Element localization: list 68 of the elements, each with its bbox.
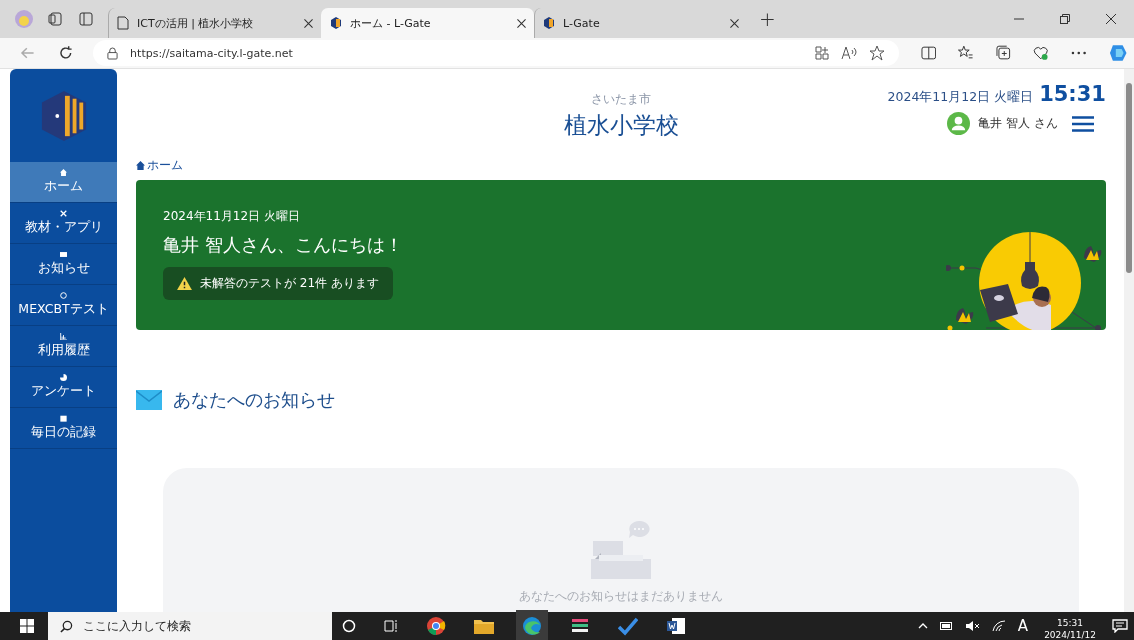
close-tab-icon[interactable]	[517, 18, 526, 28]
user-avatar-icon	[947, 112, 971, 135]
search-icon	[60, 619, 73, 633]
pie-chart-icon	[60, 374, 67, 381]
split-screen-icon[interactable]	[920, 45, 937, 61]
favorites-icon[interactable]	[958, 45, 974, 61]
sidebar-item[interactable]: 教材・アプリ	[10, 203, 117, 244]
windows-start-icon[interactable]	[20, 619, 34, 633]
tools-icon	[60, 210, 67, 217]
app-grid-icon[interactable]	[814, 46, 829, 60]
sidebar-item[interactable]: 利用履歴	[10, 326, 117, 367]
refresh-icon[interactable]	[57, 45, 74, 61]
task-view-icon[interactable]	[384, 619, 398, 633]
logo-icon	[39, 89, 88, 142]
input-method-indicator[interactable]: A	[1017, 617, 1029, 635]
restore-icon[interactable]	[1060, 14, 1070, 24]
sidebar-item[interactable]: MEXCBTテスト	[10, 285, 117, 326]
taskbar-clock[interactable]: 15:31 2024/11/12	[1044, 611, 1096, 640]
sidebar-item[interactable]: ホーム	[10, 162, 117, 203]
bar-chart-icon	[60, 333, 67, 340]
taskbar-search-field[interactable]: ここに入力して検索	[48, 612, 332, 640]
home-icon	[136, 160, 145, 170]
folder-icon[interactable]	[474, 618, 494, 634]
chevron-up-icon[interactable]	[917, 623, 928, 629]
test-alert[interactable]: 未解答のテストが 21件 あります	[163, 267, 393, 300]
document-icon	[117, 16, 129, 30]
star-icon[interactable]	[868, 45, 885, 61]
workspaces-icon[interactable]	[48, 11, 64, 27]
banner-date: 2024年11月12日 火曜日	[163, 208, 300, 225]
sidebar-item[interactable]: 毎日の記録	[10, 408, 117, 449]
battery-icon[interactable]	[939, 622, 954, 630]
close-tab-icon[interactable]	[304, 18, 313, 28]
header-time: 15:31	[1039, 82, 1106, 106]
new-tab-button[interactable]: +	[759, 7, 776, 31]
empty-message: あなたへのお知らせはまだありません	[519, 589, 723, 604]
warning-icon	[177, 277, 192, 290]
read-aloud-icon[interactable]	[840, 46, 857, 60]
lock-icon	[107, 46, 119, 60]
greeting-text: 亀井 智人さん、こんにちは！	[163, 233, 403, 257]
wifi-icon[interactable]	[991, 620, 1006, 632]
site-logo-icon	[330, 17, 342, 29]
menu-icon[interactable]	[1072, 115, 1094, 132]
close-tab-icon[interactable]	[730, 18, 739, 28]
home-icon	[60, 169, 67, 176]
breadcrumb-link[interactable]: ホーム	[147, 156, 183, 174]
close-icon[interactable]	[1106, 14, 1116, 24]
sidebar-item[interactable]: アンケート	[10, 367, 117, 408]
cortana-icon[interactable]	[342, 619, 356, 633]
tab-actions-icon[interactable]	[78, 11, 94, 27]
copilot-icon[interactable]	[1108, 43, 1128, 63]
browser-tab[interactable]: ホーム - L-Gate	[321, 8, 534, 38]
notification-icon[interactable]	[1112, 619, 1128, 633]
scrollbar[interactable]	[1124, 69, 1134, 612]
header-date: 2024年11月12日 火曜日	[887, 89, 1034, 106]
address-field[interactable]: https://saitama-city.l-gate.net	[93, 40, 899, 66]
city-name: さいたま市	[591, 91, 651, 108]
user-name[interactable]: 亀井 智人 さん	[978, 115, 1058, 132]
word-icon[interactable]	[666, 616, 686, 636]
chrome-icon[interactable]	[426, 616, 446, 636]
speaker-muted-icon[interactable]	[965, 620, 980, 632]
site-logo-icon	[543, 17, 555, 29]
collections-icon[interactable]	[995, 45, 1012, 61]
sidebar-item[interactable]: お知らせ	[10, 244, 117, 285]
school-name: 植水小学校	[563, 111, 679, 140]
more-icon[interactable]	[1070, 51, 1087, 55]
heartbeat-icon[interactable]	[1033, 45, 1049, 61]
section-title: あなたへのお知らせ	[173, 388, 335, 412]
checkmark-icon[interactable]	[618, 616, 638, 636]
